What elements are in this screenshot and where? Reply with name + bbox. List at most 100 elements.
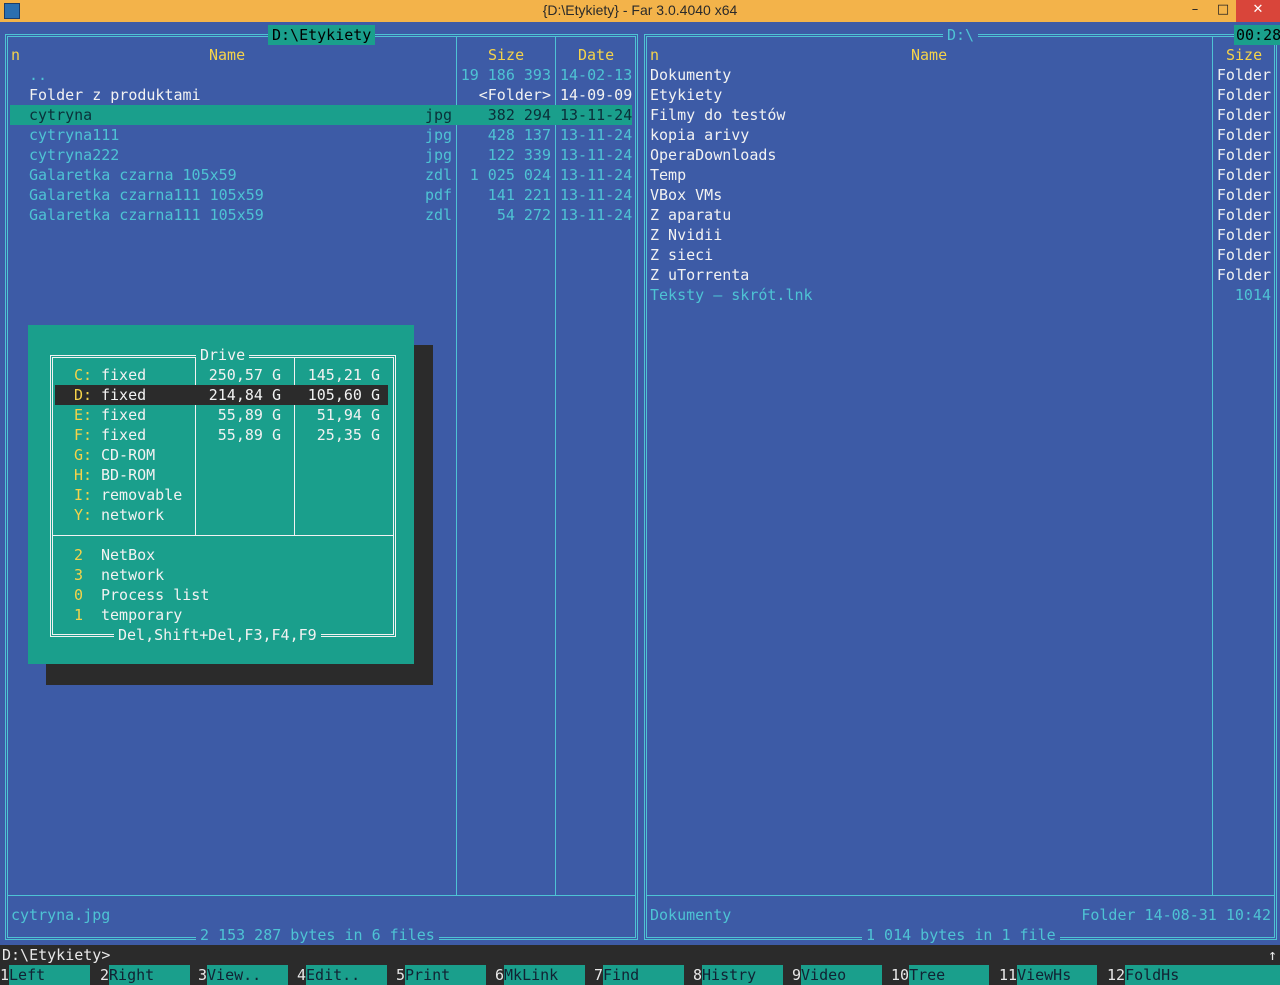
fkey-label: Right	[109, 965, 191, 985]
file-ext: zdl	[425, 206, 453, 224]
file-size: <Folder>	[478, 86, 551, 104]
fkey-number: 5	[396, 966, 406, 984]
drive-free-size: 25,35 G	[316, 426, 380, 444]
file-date: 14-09-09	[560, 86, 633, 104]
right-status-divider	[647, 895, 1274, 896]
left-col-name[interactable]: Name	[209, 45, 245, 65]
left-status-divider	[8, 895, 635, 896]
drive-letter: G:	[74, 446, 93, 464]
close-button[interactable]: ✕	[1236, 0, 1280, 22]
plugin-label: temporary	[101, 606, 183, 624]
fkey-tree[interactable]: 10Tree	[891, 965, 990, 985]
fkey-mklink[interactable]: 6MkLink	[495, 965, 586, 985]
file-size: Folder	[1216, 146, 1271, 164]
left-col-date[interactable]: Date	[578, 45, 614, 65]
command-line[interactable]: D:\Etykiety>	[2, 945, 1280, 965]
file-ext: zdl	[425, 166, 453, 184]
file-date: 13-11-24	[560, 106, 633, 124]
fkey-view[interactable]: 3View..	[198, 965, 289, 985]
right-divider-size	[1212, 37, 1213, 895]
fkey-left[interactable]: 1Left	[0, 965, 91, 985]
fkey-number: 11	[999, 966, 1018, 984]
file-date: 13-11-24	[560, 146, 633, 164]
maximize-button[interactable]: □	[1208, 0, 1238, 22]
file-name: Z Nvidii	[650, 226, 723, 244]
drive-total-size: 55,89 G	[217, 426, 281, 444]
file-size: Folder	[1216, 246, 1271, 264]
file-name: Galaretka czarna111 105x59	[29, 206, 264, 224]
fkey-number: 10	[891, 966, 910, 984]
file-name: Z sieci	[650, 246, 714, 264]
file-size: Folder	[1216, 86, 1271, 104]
fkey-edit[interactable]: 4Edit..	[297, 965, 388, 985]
left-col-size[interactable]: Size	[488, 45, 524, 65]
file-name: Dokumenty	[650, 66, 732, 84]
fkey-foldhs[interactable]: 12FoldHs	[1107, 965, 1280, 985]
file-size: 122 339	[487, 146, 551, 164]
fkey-find[interactable]: 7Find	[594, 965, 685, 985]
plugin-label: NetBox	[101, 546, 156, 564]
file-name: cytryna	[29, 106, 93, 124]
file-name: Folder z produktami	[29, 86, 201, 104]
file-name: Z uTorrenta	[650, 266, 750, 284]
file-ext: jpg	[425, 146, 453, 164]
fkey-label: FoldHs	[1125, 965, 1280, 985]
fkey-viewhs[interactable]: 11ViewHs	[999, 965, 1098, 985]
plugin-hotkey: 2	[74, 546, 84, 564]
left-summary: 2 153 287 bytes in 6 files	[196, 925, 439, 945]
file-size: Folder	[1216, 206, 1271, 224]
file-size: Folder	[1216, 166, 1271, 184]
file-size: 382 294	[487, 106, 551, 124]
drive-type: removable	[101, 486, 183, 504]
drive-type: fixed	[101, 366, 147, 384]
fkey-label: Edit..	[306, 965, 388, 985]
scroll-up-marker: ↑	[1268, 946, 1278, 964]
plugin-hotkey: 3	[74, 566, 84, 584]
file-size: Folder	[1216, 106, 1271, 124]
file-ext: pdf	[425, 186, 453, 204]
function-key-bar[interactable]: 1Left 2Right 3View.. 4Edit.. 5Print 6MkLink 7F…	[0, 965, 1280, 985]
file-size: Folder	[1216, 186, 1271, 204]
left-col-n[interactable]: n	[11, 45, 20, 65]
file-size: 428 137	[487, 126, 551, 144]
drive-type: CD-ROM	[101, 446, 156, 464]
file-date: 13-11-24	[560, 166, 633, 184]
fkey-histry[interactable]: 8Histry	[693, 965, 784, 985]
fkey-label: Print	[405, 965, 487, 985]
file-name: cytryna222	[29, 146, 120, 164]
fkey-number: 2	[100, 966, 110, 984]
fkey-video[interactable]: 9Video	[792, 965, 883, 985]
drive-free-size: 145,21 G	[307, 366, 380, 384]
file-name: Etykiety	[650, 86, 723, 104]
right-col-size[interactable]: Size	[1226, 45, 1262, 65]
file-size: 1014	[1234, 286, 1271, 304]
fkey-label: Video	[801, 965, 883, 985]
drive-section-divider	[53, 535, 393, 536]
file-ext: jpg	[425, 126, 453, 144]
right-panel[interactable]	[644, 34, 1277, 940]
fkey-number: 4	[297, 966, 307, 984]
file-size: Folder	[1216, 266, 1271, 284]
minimize-button[interactable]: –	[1180, 0, 1210, 22]
drive-letter: I:	[74, 486, 93, 504]
drive-type: fixed	[101, 406, 147, 424]
file-name: OperaDownloads	[650, 146, 777, 164]
drive-total-size: 55,89 G	[217, 406, 281, 424]
drive-letter: F:	[74, 426, 93, 444]
fkey-label: View..	[207, 965, 289, 985]
left-panel-title: D:\Etykiety	[268, 25, 376, 45]
drive-type: BD-ROM	[101, 466, 156, 484]
fkey-number: 3	[198, 966, 208, 984]
drive-letter: Y:	[74, 506, 93, 524]
fkey-print[interactable]: 5Print	[396, 965, 487, 985]
right-col-n[interactable]: n	[650, 45, 659, 65]
drive-free-size: 105,60 G	[307, 386, 380, 404]
file-size: Folder	[1216, 226, 1271, 244]
fkey-right[interactable]: 2Right	[100, 965, 191, 985]
right-status-info: Folder 14-08-31 10:42	[1081, 906, 1271, 924]
drive-letter: C:	[74, 366, 93, 384]
right-col-name[interactable]: Name	[911, 45, 947, 65]
file-size: 19 186 393	[460, 66, 551, 84]
drive-total-size: 214,84 G	[208, 386, 281, 404]
file-size: 1 025 024	[469, 166, 551, 184]
